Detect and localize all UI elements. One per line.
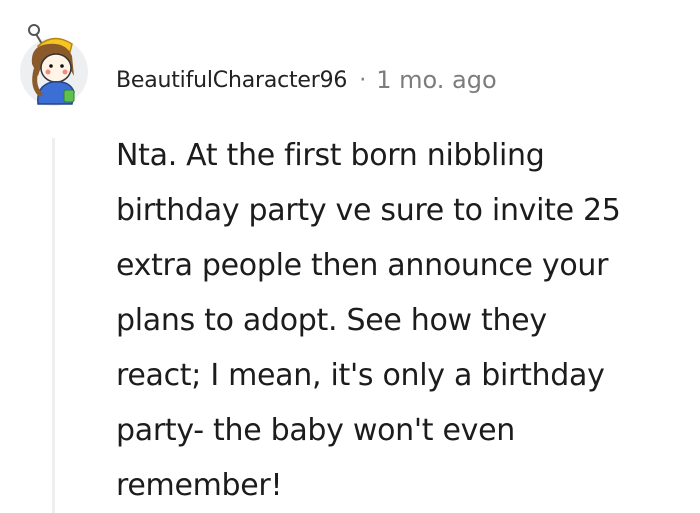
thread-line[interactable] xyxy=(52,138,55,513)
comment-timestamp[interactable]: 1 mo. ago xyxy=(376,66,496,94)
meta-separator: · xyxy=(359,67,367,93)
comment-body: Nta. At the first born nibbling birthday… xyxy=(116,138,621,503)
user-avatar-icon[interactable] xyxy=(14,20,94,110)
author-username[interactable]: BeautifulCharacter96 xyxy=(116,68,347,93)
comment: BeautifulCharacter96 · 1 mo. ago Nta. At… xyxy=(0,0,700,513)
avatar-illustration xyxy=(20,24,88,106)
comment-meta: BeautifulCharacter96 · 1 mo. ago xyxy=(116,62,497,98)
